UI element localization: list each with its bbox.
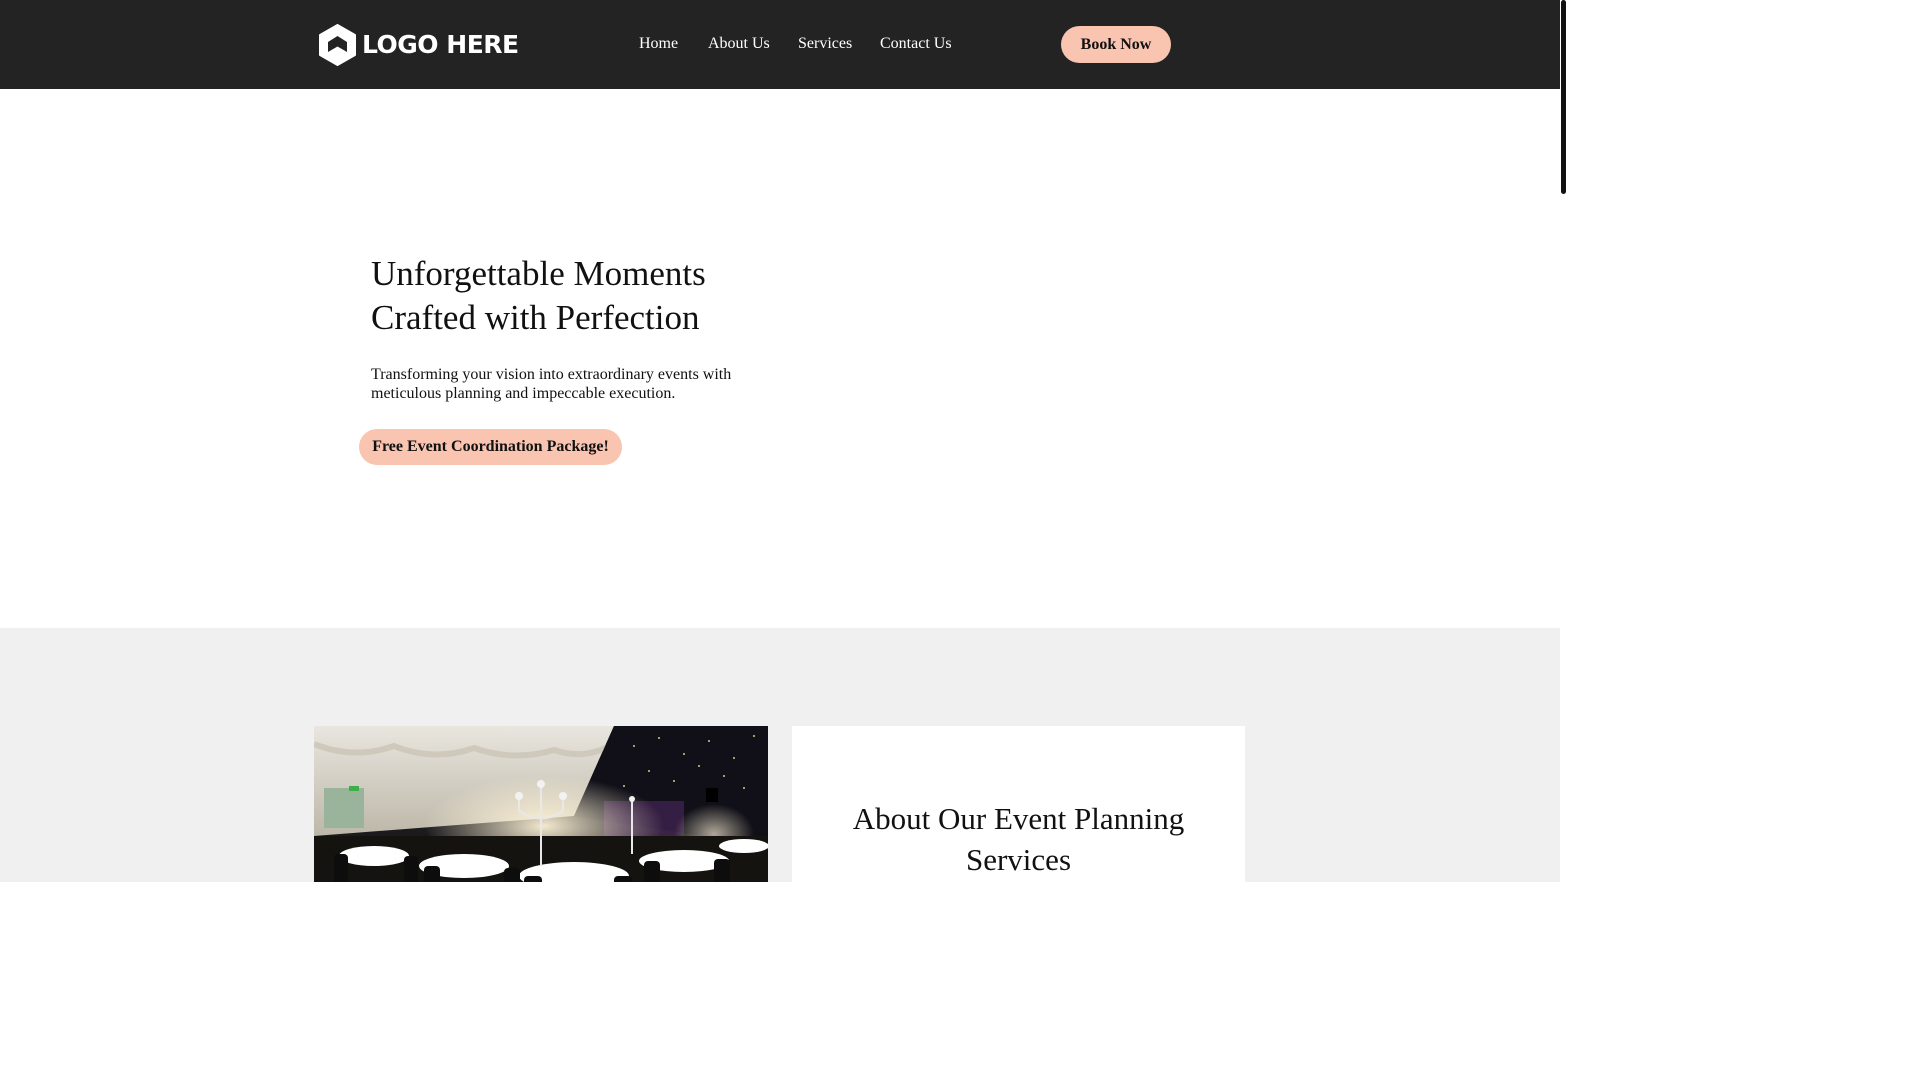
about-title-line-2: Services xyxy=(965,842,1072,877)
about-title: About Our Event Planning Services xyxy=(792,798,1245,880)
hero-subtitle-line-2: meticulous planning and impeccable execu… xyxy=(371,384,676,402)
about-card: About Our Event Planning Services xyxy=(792,726,1245,882)
hero-title-line-1: Unforgettable Moments xyxy=(371,254,706,293)
nav-about-us[interactable]: About Us xyxy=(708,34,770,54)
hero-title-line-2: Crafted with Perfection xyxy=(371,298,700,337)
about-title-line-1: About Our Event Planning xyxy=(852,801,1185,836)
about-section: About Our Event Planning Services xyxy=(0,628,1560,882)
nav-home[interactable]: Home xyxy=(639,34,678,54)
hero-title: Unforgettable Moments Crafted with Perfe… xyxy=(371,252,791,340)
logo-text: LOGO HERE xyxy=(362,30,519,59)
logo[interactable]: LOGO HERE xyxy=(317,24,519,66)
book-now-button[interactable]: Book Now xyxy=(1061,26,1171,63)
hexagon-logo-icon xyxy=(319,24,356,66)
site-header: LOGO HERE Home About Us Services Contact… xyxy=(0,0,1560,89)
nav-contact-us[interactable]: Contact Us xyxy=(880,34,952,54)
event-venue-illustration xyxy=(314,726,768,882)
hero-subtitle: Transforming your vision into extraordin… xyxy=(371,366,751,403)
nav-services[interactable]: Services xyxy=(798,34,852,54)
scrollbar-thumb[interactable] xyxy=(1561,0,1566,194)
free-package-button[interactable]: Free Event Coordination Package! xyxy=(359,429,622,465)
hero-subtitle-line-1: Transforming your vision into extraordin… xyxy=(371,366,732,383)
event-venue-image xyxy=(314,726,768,882)
